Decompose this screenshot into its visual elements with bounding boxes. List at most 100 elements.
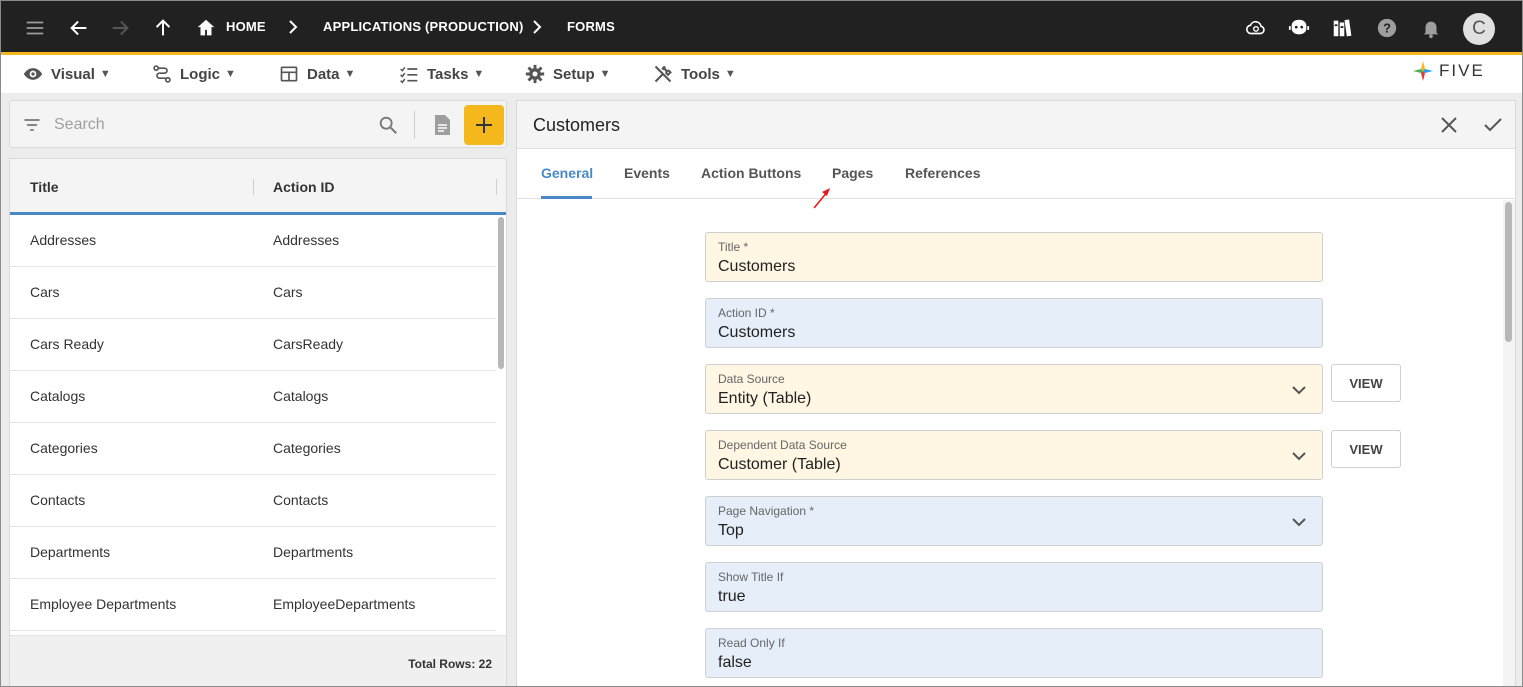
read-only-if-field[interactable]: Read Only If false — [705, 628, 1323, 678]
chevron-down-icon — [1292, 452, 1306, 461]
table-row[interactable]: Contacts Contacts — [10, 475, 496, 527]
home-icon[interactable] — [193, 12, 219, 44]
caret-down-icon: ▼ — [599, 68, 611, 80]
field-label: Page Navigation * — [718, 504, 815, 518]
field-label: Read Only If — [718, 636, 785, 650]
eye-icon — [23, 68, 43, 80]
table-row[interactable]: Catalogs Catalogs — [10, 371, 496, 423]
table-row[interactable]: Employee Departments EmployeeDepartments — [10, 579, 496, 631]
five-logo-icon — [1413, 61, 1433, 81]
table-row[interactable]: Categories Categories — [10, 423, 496, 475]
total-rows: Total Rows: 22 — [408, 657, 492, 671]
field-value: Customer (Table) — [718, 456, 841, 473]
svg-text:?: ? — [1383, 21, 1391, 36]
column-header-title[interactable]: Title — [30, 179, 59, 195]
dependent-data-source-select[interactable]: Dependent Data Source Customer (Table) — [705, 430, 1323, 480]
table-row[interactable]: Addresses Addresses — [10, 215, 496, 267]
chevron-down-icon — [1292, 518, 1306, 527]
menu-tools[interactable]: Tools ▼ — [653, 63, 736, 85]
table-row[interactable]: Cars Ready CarsReady — [10, 319, 496, 371]
library-icon[interactable] — [1326, 12, 1358, 44]
close-icon[interactable] — [1437, 113, 1461, 137]
action-id-field[interactable]: Action ID * Customers — [705, 298, 1323, 348]
menu-setup[interactable]: Setup ▼ — [525, 63, 611, 85]
table-row[interactable]: Cars Cars — [10, 267, 496, 319]
tab-references[interactable]: References — [905, 165, 981, 181]
menu-data[interactable]: Data ▼ — [279, 63, 355, 85]
menu-bar: Visual ▼ Logic ▼ Data ▼ Tasks ▼ Setup ▼ Tools… — [1, 55, 1522, 93]
chevron-down-icon — [1292, 386, 1306, 395]
cell-action-id: Catalogs — [273, 388, 329, 404]
caret-down-icon: ▼ — [99, 68, 111, 80]
back-arrow-icon[interactable] — [63, 12, 95, 44]
menu-label: Tools — [681, 65, 720, 83]
cell-title: Cars — [30, 284, 60, 300]
field-value: Top — [718, 522, 744, 539]
list-scrollbar[interactable] — [498, 217, 504, 369]
field-label: Dependent Data Source — [718, 438, 847, 452]
chevron-right-icon — [289, 20, 298, 34]
detail-panel: Customers General Events Action Buttons … — [516, 100, 1516, 686]
menu-label: Data — [307, 65, 340, 83]
search-icon[interactable] — [377, 114, 399, 136]
tab-action-buttons[interactable]: Action Buttons — [701, 165, 801, 181]
tools-icon — [654, 65, 672, 83]
menu-icon[interactable] — [19, 12, 51, 44]
breadcrumb-forms[interactable]: FORMS — [567, 19, 615, 34]
breadcrumb-applications[interactable]: APPLICATIONS (PRODUCTION) — [323, 19, 523, 34]
forward-arrow-icon[interactable] — [104, 12, 136, 44]
tab-bar: General Events Action Buttons Pages Refe… — [517, 149, 1515, 199]
menu-tasks[interactable]: Tasks ▼ — [399, 63, 484, 85]
column-divider — [253, 179, 254, 195]
tab-general[interactable]: General — [541, 165, 593, 181]
form-scrollbar[interactable] — [1505, 202, 1512, 342]
list-header: Title Action ID — [10, 159, 506, 215]
up-arrow-icon[interactable] — [147, 12, 179, 44]
help-icon[interactable]: ? — [1371, 12, 1403, 44]
menu-label: Logic — [180, 65, 220, 83]
general-form: Title * Customers Action ID * Customers … — [517, 200, 1503, 686]
chat-bot-icon[interactable] — [1283, 12, 1315, 44]
checklist-icon — [400, 66, 418, 84]
app-window: HOME APPLICATIONS (PRODUCTION) FORMS ? C… — [0, 0, 1523, 687]
cloud-sync-icon[interactable] — [1240, 12, 1272, 44]
field-value: false — [718, 654, 752, 671]
show-title-if-field[interactable]: Show Title If true — [705, 562, 1323, 612]
caret-down-icon: ▼ — [344, 68, 356, 80]
plus-icon — [476, 117, 492, 133]
field-label: Action ID * — [718, 306, 775, 320]
breadcrumb-home[interactable]: HOME — [226, 19, 266, 34]
cell-title: Catalogs — [30, 388, 86, 404]
tab-pages[interactable]: Pages — [832, 165, 873, 181]
field-value: Entity (Table) — [718, 390, 812, 407]
detail-header: Customers — [517, 101, 1515, 149]
data-source-select[interactable]: Data Source Entity (Table) — [705, 364, 1323, 414]
filter-icon[interactable] — [22, 115, 42, 135]
view-data-source-button[interactable]: VIEW — [1331, 364, 1401, 402]
tab-events[interactable]: Events — [624, 165, 670, 181]
column-header-action-id[interactable]: Action ID — [273, 179, 334, 195]
bell-icon[interactable] — [1415, 12, 1447, 44]
check-icon[interactable] — [1481, 113, 1505, 137]
menu-logic[interactable]: Logic ▼ — [152, 63, 236, 85]
menu-visual[interactable]: Visual ▼ — [23, 63, 111, 85]
search-input[interactable] — [54, 113, 374, 137]
cell-action-id: CarsReady — [273, 336, 344, 352]
list-panel: Title Action ID AddressesAddresses CarsC… — [9, 100, 507, 686]
logo-text: FIVE — [1439, 61, 1485, 80]
caret-down-icon: ▼ — [225, 68, 236, 80]
document-icon[interactable] — [430, 113, 454, 137]
cell-action-id: Contacts — [273, 492, 329, 508]
table-row[interactable]: Departments Departments — [10, 527, 496, 579]
list-rows: Addresses Addresses Cars Cars Cars Ready Ca… — [10, 215, 496, 635]
gear-icon — [525, 64, 545, 84]
chevron-right-icon — [533, 20, 542, 34]
page-navigation-select[interactable]: Page Navigation * Top — [705, 496, 1323, 546]
menu-label: Setup — [553, 65, 595, 83]
avatar[interactable]: C — [1463, 13, 1495, 45]
view-dependent-data-source-button[interactable]: VIEW — [1331, 430, 1401, 468]
cell-action-id: Cars — [273, 284, 303, 300]
title-field[interactable]: Title * Customers — [705, 232, 1323, 282]
add-button[interactable] — [464, 105, 504, 145]
cell-title: Contacts — [30, 492, 86, 508]
